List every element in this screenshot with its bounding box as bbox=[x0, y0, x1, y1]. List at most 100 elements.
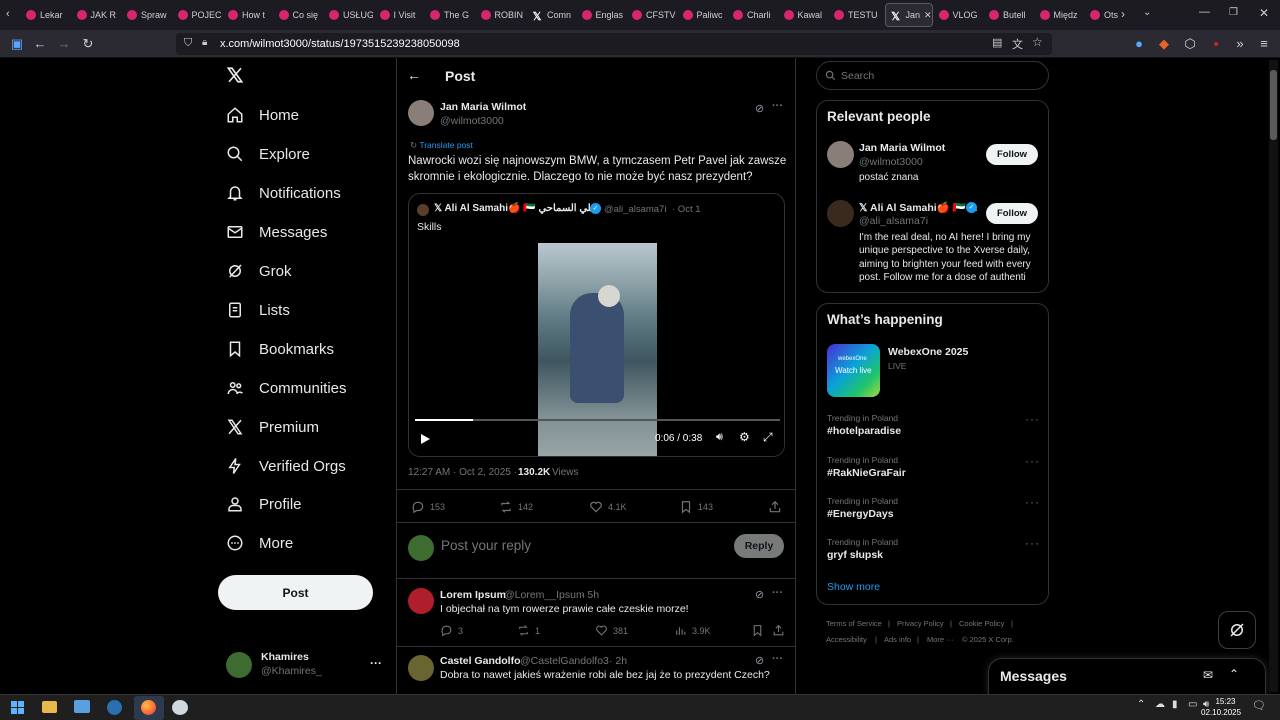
nav-lists[interactable]: Lists bbox=[224, 295, 290, 325]
file-explorer-icon[interactable] bbox=[42, 701, 57, 713]
nav-explore[interactable]: Explore bbox=[224, 139, 310, 169]
event-name[interactable]: WebexOne 2025 bbox=[888, 346, 968, 358]
show-more-link[interactable]: Show more bbox=[827, 581, 880, 593]
translate-icon[interactable]: 文 bbox=[1012, 36, 1023, 52]
reply-like-action[interactable]: 381 bbox=[595, 624, 628, 637]
shield-icon[interactable]: ⛉ bbox=[184, 37, 192, 50]
browser-tab[interactable]: ROBIN bbox=[480, 3, 525, 27]
fullscreen-icon[interactable]: ⤢ bbox=[763, 430, 773, 445]
follow-button[interactable]: Follow bbox=[986, 144, 1038, 165]
browser-tab[interactable]: Lekar bbox=[26, 3, 70, 27]
post-author-name[interactable]: Jan Maria Wilmot bbox=[440, 101, 526, 113]
trend-more-icon[interactable]: ··· bbox=[1025, 454, 1040, 468]
trend-name[interactable]: #RakNieGraFair bbox=[827, 467, 906, 479]
reply-author-name[interactable]: Lorem Ipsum bbox=[440, 589, 506, 601]
like-action[interactable]: 4.1K bbox=[589, 500, 627, 514]
reader-view-icon[interactable]: ▤ bbox=[992, 36, 1002, 49]
follow-button[interactable]: Follow bbox=[986, 203, 1038, 224]
relevant-person-name[interactable]: 𝕏 Ali Al Samahi🍎 🇦🇪 ... bbox=[859, 201, 977, 214]
quoted-author-avatar[interactable] bbox=[417, 204, 429, 216]
computer-app-icon[interactable] bbox=[74, 700, 90, 713]
relevant-person-name[interactable]: Jan Maria Wilmot bbox=[859, 142, 945, 154]
browser-tab[interactable]: Kawal bbox=[783, 3, 828, 27]
bookmark-star-icon[interactable]: ☆ bbox=[1032, 35, 1043, 49]
close-tab-icon[interactable]: ✕ bbox=[924, 10, 931, 21]
relevant-person-avatar[interactable] bbox=[827, 141, 854, 168]
page-scrollbar[interactable] bbox=[1269, 60, 1278, 692]
post-author-handle[interactable]: @wilmot3000 bbox=[440, 115, 504, 127]
reply-button[interactable]: Reply bbox=[734, 534, 784, 558]
new-message-icon[interactable]: ✉ bbox=[1203, 668, 1213, 682]
maximize-window-icon[interactable]: ❐ bbox=[1229, 7, 1238, 18]
post-timestamp[interactable]: 12:27 AM · Oct 2, 2025 · bbox=[408, 467, 517, 478]
relevant-person-handle[interactable]: @wilmot3000 bbox=[859, 156, 923, 168]
extension-shield-icon[interactable]: ● bbox=[1130, 35, 1148, 53]
firefox-icon[interactable] bbox=[134, 696, 164, 720]
browser-tab[interactable]: POJEC bbox=[177, 3, 222, 27]
play-icon[interactable] bbox=[419, 432, 431, 450]
back-arrow-icon[interactable]: ← bbox=[31, 35, 49, 53]
relevant-person-avatar[interactable] bbox=[827, 200, 854, 227]
relevant-person-handle[interactable]: @ali_alsama7i bbox=[859, 215, 928, 227]
browser-tab[interactable]: Butell bbox=[989, 3, 1033, 27]
app-menu-icon[interactable]: ≡ bbox=[1255, 35, 1273, 53]
browser-tab[interactable]: How t bbox=[228, 3, 272, 27]
reply-author-handle[interactable]: @Lorem__Ipsum bbox=[504, 589, 585, 601]
share-action[interactable] bbox=[768, 500, 787, 514]
browser-tab[interactable]: TESTU bbox=[834, 3, 878, 27]
search-input[interactable]: Search bbox=[816, 61, 1049, 90]
page-scrollbar-thumb[interactable] bbox=[1270, 70, 1277, 140]
volume-icon[interactable]: 🔊︎ bbox=[716, 431, 723, 444]
account-name[interactable]: Khamires bbox=[261, 651, 309, 663]
settings-gear-icon[interactable]: ⚙ bbox=[739, 430, 750, 444]
browser-tab[interactable]: VLOG bbox=[938, 3, 983, 27]
notifications-icon[interactable]: 🗨 bbox=[1252, 699, 1266, 712]
tray-usb-icon[interactable]: ▮ bbox=[1172, 699, 1178, 710]
extension-fox-icon[interactable]: ◆ bbox=[1155, 35, 1173, 53]
reply-author-avatar[interactable] bbox=[408, 655, 434, 681]
tray-cloud-icon[interactable]: ☁ bbox=[1155, 699, 1165, 710]
grok-explain-icon[interactable]: ⊘ bbox=[755, 654, 764, 667]
reply-more-icon[interactable]: ··· bbox=[772, 653, 783, 665]
clock-time[interactable]: 15:23 bbox=[1212, 697, 1239, 706]
browser-tab[interactable]: I Visit bbox=[379, 3, 424, 27]
trend-name[interactable]: gryf słupsk bbox=[827, 549, 883, 561]
reply-time[interactable]: · 2h bbox=[609, 655, 627, 667]
browser-tab[interactable]: USŁUG bbox=[329, 3, 373, 27]
messages-drawer[interactable]: Messages ✉ ⌃ bbox=[988, 658, 1266, 694]
reply-share-icon[interactable] bbox=[772, 624, 785, 642]
nav-communities[interactable]: Communities bbox=[224, 373, 347, 403]
clock-date[interactable]: 02.10.2025 bbox=[1201, 708, 1241, 717]
bookmark-action[interactable]: 143 bbox=[679, 500, 713, 514]
reply-input[interactable]: Post your reply bbox=[441, 538, 531, 553]
footer-terms-link[interactable]: Terms of Service bbox=[826, 619, 882, 628]
quoted-post-card[interactable]: 𝕏 Ali Al Samahi🍎 🇦🇪 علي السماحي ✓ @ali_a… bbox=[408, 193, 785, 457]
url-text[interactable]: x.com/wilmot3000/status/1973515239238050… bbox=[220, 38, 460, 50]
trend-name[interactable]: #hotelparadise bbox=[827, 425, 901, 437]
footer-more-link[interactable]: More ··· bbox=[927, 635, 954, 644]
nav-bookmarks[interactable]: Bookmarks bbox=[224, 334, 334, 364]
collapse-chevron-icon[interactable]: ⌃ bbox=[1229, 667, 1239, 681]
nav-premium[interactable]: Premium bbox=[224, 412, 319, 442]
reply-author-avatar[interactable] bbox=[408, 588, 434, 614]
address-bar[interactable]: ⛉ 🔒︎ x.com/wilmot3000/status/19735152392… bbox=[176, 33, 1052, 55]
quoted-author-handle[interactable]: @ali_alsama7i bbox=[604, 204, 666, 215]
trend-more-icon[interactable]: ··· bbox=[1025, 412, 1040, 426]
reply-repost-action[interactable]: 1 bbox=[517, 624, 540, 637]
nav-verified-orgs[interactable]: Verified Orgs bbox=[224, 451, 346, 481]
tab-scroll-right-icon[interactable]: › bbox=[1121, 7, 1125, 21]
reply-bookmark-icon[interactable] bbox=[751, 624, 764, 642]
footer-accessibility-link[interactable]: Accessibility bbox=[826, 635, 867, 644]
trend-name[interactable]: #EnergyDays bbox=[827, 508, 894, 520]
reload-icon[interactable]: ↻ bbox=[79, 35, 97, 53]
steam-icon[interactable] bbox=[107, 700, 122, 715]
reply-time[interactable]: · 5h bbox=[581, 589, 599, 601]
sidebar-toggle-icon[interactable]: ▣ bbox=[8, 35, 26, 53]
translate-post-link[interactable]: ↻ Translate post bbox=[410, 140, 473, 151]
nav-profile[interactable]: Profile bbox=[224, 489, 302, 519]
video-progress-track[interactable] bbox=[415, 419, 780, 421]
account-menu-icon[interactable]: ··· bbox=[370, 656, 382, 670]
lock-icon[interactable]: 🔒︎ bbox=[202, 37, 207, 48]
browser-tab[interactable]: CFSTV bbox=[632, 3, 676, 27]
tray-network-icon[interactable]: ▭ bbox=[1188, 699, 1197, 710]
